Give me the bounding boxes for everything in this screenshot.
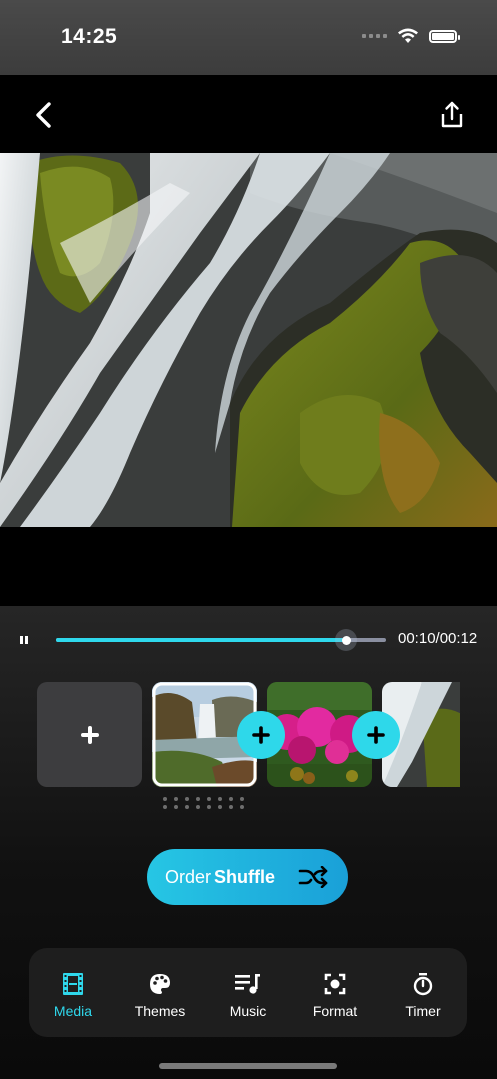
waterfall-preview-image (0, 153, 497, 527)
bottom-tab-bar: Media Themes Music Format Timer (29, 948, 467, 1037)
stopwatch-icon (413, 973, 433, 996)
order-shuffle-button[interactable]: Order Shuffle (147, 849, 348, 905)
tab-label: Timer (405, 1003, 441, 1019)
wifi-icon (398, 28, 418, 43)
tab-themes[interactable]: Themes (116, 948, 204, 1037)
drag-handle-icon[interactable] (163, 797, 247, 809)
shuffle-prefix: Order (165, 867, 212, 887)
back-button[interactable] (30, 99, 60, 131)
film-icon (63, 973, 83, 995)
shuffle-icon (298, 866, 328, 888)
home-indicator (159, 1063, 337, 1069)
add-media-button[interactable] (37, 682, 142, 787)
focus-frame-icon (324, 973, 346, 995)
status-bar: 14:25 (0, 0, 497, 75)
chevron-left-icon (36, 102, 51, 128)
clip-strip[interactable] (37, 682, 460, 787)
insert-transition-button[interactable] (352, 711, 400, 759)
progress-thumb[interactable] (335, 629, 358, 651)
pause-button[interactable] (18, 633, 32, 647)
share-button[interactable] (437, 99, 467, 131)
video-preview[interactable] (0, 153, 497, 527)
tab-music[interactable]: Music (204, 948, 292, 1037)
battery-icon (429, 29, 460, 43)
playback-progress-bar[interactable] (56, 629, 386, 651)
music-list-icon (235, 974, 260, 994)
tab-format[interactable]: Format (291, 948, 379, 1037)
palette-icon (150, 974, 170, 994)
share-icon (441, 101, 463, 128)
progress-fill (56, 638, 347, 642)
editor-panel: 00:10/00:12 Order Shuffle Media Themes M… (0, 606, 497, 1079)
tab-label: Media (53, 1003, 93, 1019)
preview-letterbox (0, 527, 497, 606)
tab-timer[interactable]: Timer (379, 948, 467, 1037)
status-time: 14:25 (61, 25, 118, 48)
tab-media[interactable]: Media (29, 948, 117, 1037)
navigation-bar (0, 75, 497, 153)
plus-icon (367, 726, 385, 744)
tab-label: Music (229, 1003, 267, 1019)
playback-time: 00:10/00:12 (398, 630, 478, 647)
tab-label: Format (312, 1003, 358, 1019)
plus-icon (80, 725, 99, 744)
cellular-signal-icon (362, 34, 387, 38)
insert-transition-button[interactable] (237, 711, 285, 759)
tab-label: Themes (134, 1003, 186, 1019)
shuffle-emphasis: Shuffle (214, 867, 276, 887)
plus-icon (252, 726, 270, 744)
order-shuffle-label: Order Shuffle (165, 867, 275, 888)
status-icons (362, 28, 460, 44)
pause-icon (20, 636, 28, 644)
